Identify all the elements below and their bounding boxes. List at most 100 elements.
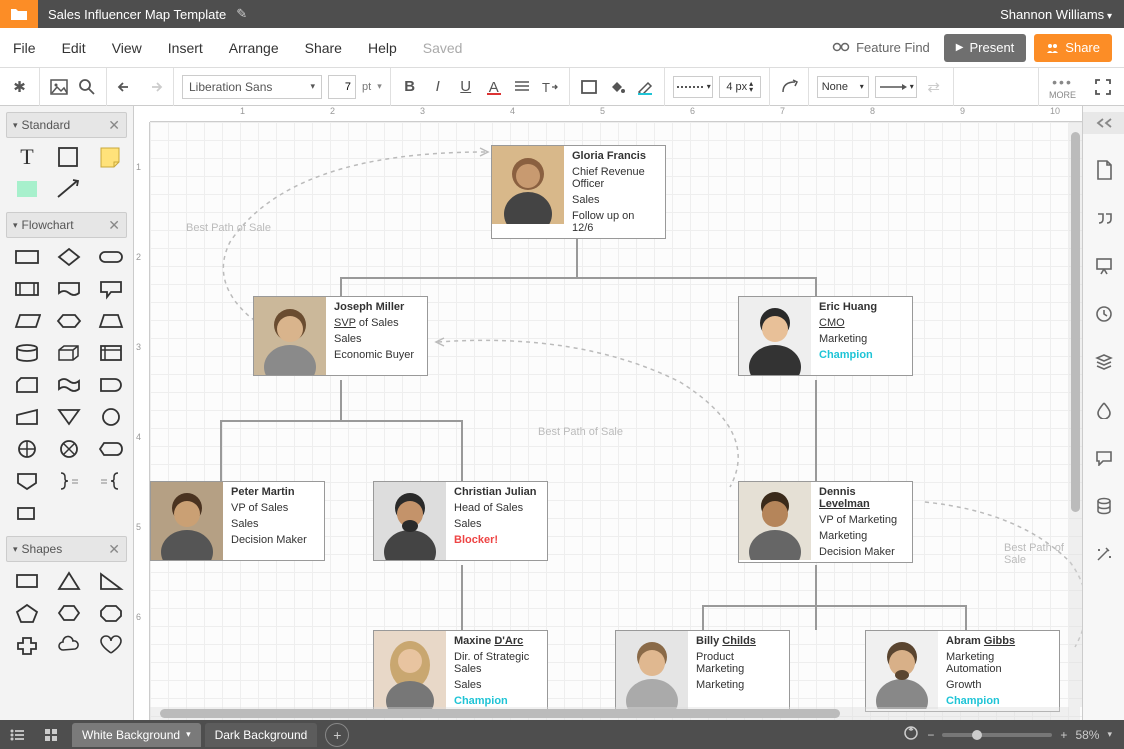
drop-icon[interactable] — [1092, 398, 1116, 422]
swap-arrows-icon[interactable]: ⇄ — [923, 76, 945, 98]
standard-section-header[interactable]: ▾Standard✕ — [6, 112, 127, 138]
cross-shape[interactable] — [10, 632, 44, 658]
decision-shape[interactable] — [52, 244, 86, 270]
more-button[interactable]: ••• MORE — [1049, 74, 1076, 100]
node-christian[interactable]: Christian JulianHead of SalesSalesBlocke… — [373, 481, 548, 561]
display-shape[interactable] — [94, 436, 128, 462]
node-joseph[interactable]: Joseph MillerSVP of SalesSalesEconomic B… — [253, 296, 428, 376]
text-format-icon[interactable]: T — [539, 76, 561, 98]
internal-storage-shape[interactable] — [94, 340, 128, 366]
process-shape[interactable] — [10, 244, 44, 270]
zoom-slider[interactable] — [942, 733, 1052, 737]
menu-file[interactable]: File — [0, 40, 49, 56]
settings-icon[interactable]: ✱ — [9, 76, 31, 98]
line-width-input[interactable]: 4 px▴▾ — [719, 76, 761, 98]
share-button[interactable]: Share — [1034, 34, 1112, 62]
small-rect-shape[interactable] — [10, 500, 44, 526]
menu-insert[interactable]: Insert — [155, 40, 216, 56]
rectangle-shape[interactable] — [10, 568, 44, 594]
history-icon[interactable] — [1092, 302, 1116, 326]
callout-shape[interactable] — [94, 276, 128, 302]
node-maxine[interactable]: Maxine D'ArcDir. of Strategic SalesSales… — [373, 630, 548, 712]
node-gloria[interactable]: Gloria FrancisChief Revenue OfficerSales… — [491, 145, 666, 239]
note-shape[interactable] — [94, 144, 128, 170]
predefined-shape[interactable] — [10, 276, 44, 302]
node-eric[interactable]: Eric HuangCMOMarketingChampion — [738, 296, 913, 376]
node-abram[interactable]: Abram GibbsMarketing AutomationGrowthCha… — [865, 630, 1060, 712]
terminator-shape[interactable] — [94, 244, 128, 270]
font-selector[interactable]: Liberation Sans▾ — [182, 75, 322, 99]
layers-icon[interactable] — [1092, 350, 1116, 374]
presentation-icon[interactable] — [1092, 254, 1116, 278]
fill-bucket-icon[interactable] — [606, 76, 628, 98]
arrow-shape[interactable] — [52, 176, 86, 202]
close-icon[interactable]: ✕ — [108, 217, 120, 234]
user-menu[interactable]: Shannon Williams — [1000, 7, 1112, 22]
flowchart-section-header[interactable]: ▾Flowchart✕ — [6, 212, 127, 238]
square-shape[interactable] — [52, 144, 86, 170]
close-icon[interactable]: ✕ — [108, 541, 120, 558]
canvas[interactable]: Best Path of Sale Best Path of Sale Best… — [150, 122, 1082, 720]
merge-shape[interactable] — [52, 404, 86, 430]
brace-left-shape[interactable] — [94, 468, 128, 494]
data-shape[interactable] — [10, 308, 44, 334]
triangle-shape[interactable] — [52, 568, 86, 594]
image-icon[interactable] — [48, 76, 70, 98]
line-color-icon[interactable] — [634, 76, 656, 98]
brace-right-shape[interactable] — [52, 468, 86, 494]
connector-shape[interactable] — [94, 404, 128, 430]
node-peter[interactable]: Peter MartinVP of SalesSalesDecision Mak… — [150, 481, 325, 561]
comment-icon[interactable] — [1092, 446, 1116, 470]
offpage-shape[interactable] — [10, 468, 44, 494]
hexagon2-shape[interactable] — [52, 600, 86, 626]
folder-icon[interactable] — [0, 0, 38, 28]
heart-shape[interactable] — [94, 632, 128, 658]
list-view-icon[interactable] — [0, 720, 34, 749]
quote-icon[interactable] — [1092, 206, 1116, 230]
redo-icon[interactable] — [143, 76, 165, 98]
tape-shape[interactable] — [52, 372, 86, 398]
feature-find[interactable]: Feature Find — [832, 40, 930, 55]
vertical-scrollbar[interactable] — [1069, 122, 1082, 707]
arrow-start-selector[interactable]: None▾ — [817, 76, 869, 98]
manual-input-shape[interactable] — [10, 404, 44, 430]
line-shape-icon[interactable] — [778, 76, 800, 98]
hexagon-shape[interactable] — [52, 308, 86, 334]
database-icon[interactable] — [1092, 494, 1116, 518]
line-style-selector[interactable]: ▾ — [673, 76, 713, 98]
or-shape[interactable] — [10, 436, 44, 462]
card-shape[interactable] — [10, 372, 44, 398]
close-icon[interactable]: ✕ — [108, 117, 120, 134]
undo-icon[interactable] — [115, 76, 137, 98]
add-page-button[interactable]: + — [325, 723, 349, 747]
search-icon[interactable] — [76, 76, 98, 98]
menu-share[interactable]: Share — [292, 40, 355, 56]
summing-shape[interactable] — [52, 436, 86, 462]
zoom-value[interactable]: 58% — [1075, 728, 1099, 742]
magic-icon[interactable] — [1092, 542, 1116, 566]
cloud-shape[interactable] — [52, 632, 86, 658]
shapes-section-header[interactable]: ▾Shapes✕ — [6, 536, 127, 562]
page-tab-white[interactable]: White Background▾ — [72, 723, 201, 747]
text-shape[interactable]: T — [10, 144, 44, 170]
right-triangle-shape[interactable] — [94, 568, 128, 594]
menu-help[interactable]: Help — [355, 40, 410, 56]
node-dennis[interactable]: Dennis LevelmanVP of MarketingMarketingD… — [738, 481, 913, 563]
green-rect-shape[interactable] — [10, 176, 44, 202]
menu-arrange[interactable]: Arrange — [216, 40, 292, 56]
edit-title-icon[interactable]: ✎ — [236, 6, 247, 22]
menu-view[interactable]: View — [99, 40, 155, 56]
present-button[interactable]: Present — [944, 34, 1027, 62]
fill-rect-icon[interactable] — [578, 76, 600, 98]
zoom-out-icon[interactable]: − — [927, 728, 934, 742]
node-billy[interactable]: Billy ChildsProduct MarketingMarketing — [615, 630, 790, 710]
collapse-panel-icon[interactable] — [1083, 112, 1124, 134]
zoom-fit-icon[interactable] — [903, 725, 919, 744]
octagon-shape[interactable] — [94, 600, 128, 626]
arrow-end-selector[interactable]: ▾ — [875, 76, 917, 98]
grid-view-icon[interactable] — [34, 720, 68, 749]
align-icon[interactable] — [511, 76, 533, 98]
zoom-in-icon[interactable]: + — [1060, 728, 1067, 742]
font-size-input[interactable] — [328, 75, 356, 99]
document-title[interactable]: Sales Influencer Map Template — [48, 7, 226, 22]
